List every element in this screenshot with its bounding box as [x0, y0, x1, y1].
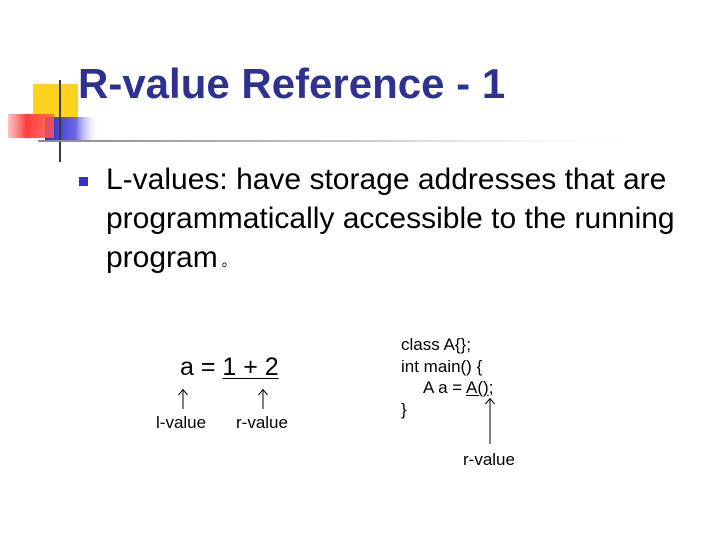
- code-line: int main() {: [401, 356, 483, 376]
- bullet-list: L-values: have storage addresses that ar…: [78, 160, 678, 281]
- rvalue-arrow-icon: [258, 388, 268, 409]
- expression-lhs: a =: [180, 353, 216, 381]
- expression-rhs: 1 + 2: [222, 353, 279, 381]
- rvalue-label-right: r-value: [463, 450, 515, 469]
- lvalue-arrow-icon: [178, 388, 188, 409]
- code-line: class A{};: [401, 335, 471, 354]
- deco-red-bar: [8, 114, 54, 138]
- code-rvalue-arrow-icon: [485, 397, 495, 444]
- code-line: }: [401, 399, 407, 419]
- slide-title: R-value Reference - 1: [78, 60, 506, 107]
- rvalue-label-left: r-value: [236, 413, 288, 432]
- trailing-circle-mark: 。: [221, 253, 236, 269]
- lvalue-label: l-value: [156, 413, 207, 432]
- code-line: A a = A();: [401, 377, 493, 399]
- deco-vertical-line: [59, 80, 61, 162]
- bullet-text: L-values: have storage addresses that ar…: [106, 163, 675, 274]
- code-line-prefix: A a =: [423, 378, 467, 397]
- bullet-item: L-values: have storage addresses that ar…: [78, 160, 678, 281]
- title-underline-rule: [38, 140, 678, 142]
- constructor-call: A(): [466, 378, 489, 397]
- square-bullet-icon: [79, 177, 88, 186]
- code-example: class A{}; int main() { A a = A(); }: [401, 334, 493, 420]
- code-line-suffix: ;: [488, 378, 494, 397]
- assignment-expression: a = 1 + 2: [180, 352, 279, 382]
